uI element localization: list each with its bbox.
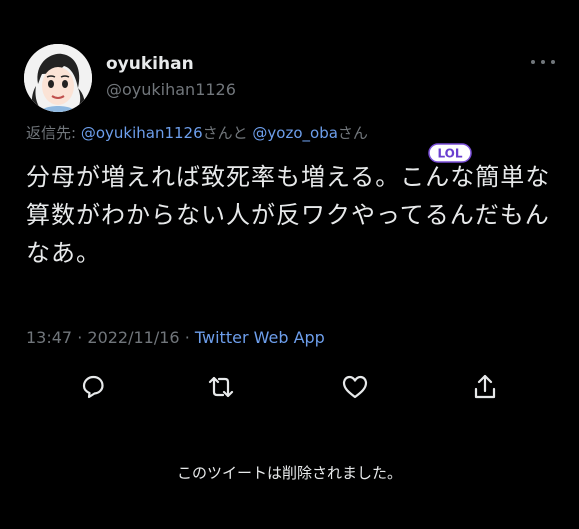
avatar[interactable]	[24, 44, 92, 112]
tweet-date: 2022/11/16	[87, 328, 180, 347]
more-options-icon[interactable]	[531, 56, 555, 68]
tweet-source-link[interactable]: Twitter Web App	[195, 328, 325, 347]
share-icon	[474, 374, 496, 399]
lol-sticker-text: LOL	[437, 147, 462, 161]
user-handle[interactable]: @oyukihan1126	[106, 80, 236, 99]
meta-separator-1: ·	[77, 328, 83, 347]
display-name[interactable]: oyukihan	[106, 54, 194, 74]
reply-mention-oyukihan[interactable]: @oyukihan1126	[81, 124, 203, 142]
reply-suffix: さん	[337, 124, 368, 142]
tweet-meta: 13:47 · 2022/11/16 · Twitter Web App	[26, 328, 325, 347]
tweet-time: 13:47	[26, 328, 73, 347]
tweet-text: 分母が増えれば致死率も増える。こんな簡単な算数がわからない人が反ワクやってるんだ…	[26, 163, 551, 267]
action-bar	[0, 372, 579, 404]
share-button[interactable]	[470, 372, 500, 402]
retweet-icon	[208, 376, 234, 398]
reply-connector: さんと	[202, 124, 248, 142]
deleted-notice: このツイートは削除されました。	[176, 464, 402, 482]
meta-separator-2: ·	[184, 328, 190, 347]
retweet-button[interactable]	[206, 372, 236, 402]
tweet-card: oyukihan @oyukihan1126 返信先: @oyukihan112…	[0, 0, 579, 529]
heart-icon	[342, 375, 368, 399]
like-button[interactable]	[340, 372, 370, 402]
reply-mention-yozo-oba[interactable]: @yozo_oba	[252, 124, 338, 142]
lol-sticker: LOL	[428, 143, 472, 163]
reply-to-line: 返信先: @oyukihan1126さんと @yozo_obaさん	[26, 122, 368, 143]
reply-button[interactable]	[78, 372, 108, 402]
reply-to-prefix: 返信先:	[26, 124, 81, 142]
reply-icon	[82, 375, 104, 399]
